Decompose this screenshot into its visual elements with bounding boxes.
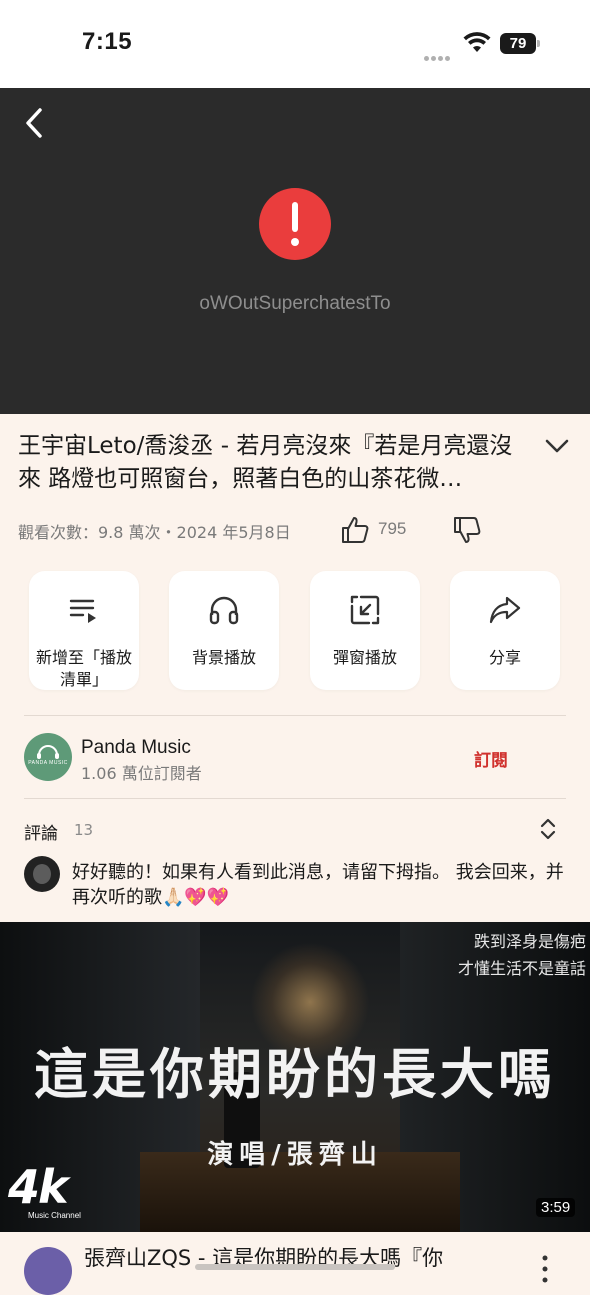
share-button[interactable]: 分享 [450,571,560,690]
expand-icon[interactable] [538,817,558,841]
comments-count: 13 [74,821,94,839]
divider [24,715,566,716]
thumbs-down-icon[interactable] [452,515,482,545]
picture-in-picture-button[interactable]: 彈窗播放 [310,571,420,690]
video-title[interactable]: 王宇宙Leto/喬浚丞 - 若月亮沒來『若是月亮還沒來 路燈也可照窗台，照著白色… [18,430,528,496]
thumbs-up-icon[interactable] [340,515,370,545]
video-player[interactable]: oWOutSuperchatestTo [0,88,590,414]
status-time: 7:15 [82,28,133,55]
thumbnail-singer: 演唱/張齊山 [207,1140,383,1170]
video-duration: 3:59 [536,1198,576,1217]
4k-logo-subtitle: Music Channel [28,1211,81,1220]
channel-name[interactable]: Panda Music [81,737,191,759]
thumbnail-quote-line-1: 跌到泽身是傷疤 [473,932,586,951]
share-label: 分享 [488,648,521,667]
commenter-avatar[interactable] [24,856,60,892]
like-count: 795 [378,519,407,538]
share-icon [489,596,521,624]
background-play-button[interactable]: 背景播放 [169,571,279,690]
error-icon [259,188,331,260]
channel-avatar[interactable]: PANDA MUSIC [24,733,72,781]
video-meta: 觀看次數：9.8 萬次・2024 年5月8日 [18,523,291,542]
battery-level: 79 [500,33,536,54]
panda-logo-icon [37,745,59,759]
subscribe-button[interactable]: 訂閱 [474,746,508,771]
home-indicator[interactable] [195,1264,395,1270]
subscriber-count: 1.06 萬位訂閱者 [81,764,202,783]
playlist-add-icon [69,599,96,623]
more-options-icon[interactable] [541,1254,549,1284]
error-message: oWOutSuperchatestTo [199,293,391,314]
battery-icon: 79 [500,33,540,54]
add-to-playlist-button[interactable]: 新增至「播放清單」 [29,571,139,690]
headphones-icon [209,596,239,625]
video-thumbnail[interactable]: 跌到泽身是傷疤 才懂生活不是童話 這是你期盼的長大嗎 演唱/張齊山 4k Mus… [0,922,590,1232]
channel-avatar-text: PANDA MUSIC [28,760,68,766]
add-to-playlist-label: 新增至「播放清單」 [35,648,132,689]
4k-logo: 4k [8,1160,69,1214]
wifi-icon [463,32,491,52]
top-comment[interactable]: 好好聽的！如果有人看到此消息，请留下拇指。 我会回来，并再次听的歌🙏🏻💖💖 [72,860,572,910]
signal-icon [424,46,454,61]
background-play-label: 背景播放 [191,648,256,667]
status-bar: 7:15 79 [0,0,590,88]
picture-in-picture-icon [350,595,380,625]
picture-in-picture-label: 彈窗播放 [332,648,397,667]
chevron-down-icon[interactable] [544,436,570,456]
comments-label[interactable]: 評論 [24,819,58,844]
thumbnail-quote: 跌到泽身是傷疤 才懂生活不是童話 [408,928,586,982]
thumbnail-title: 這是你期盼的長大嗎 [34,1042,556,1106]
thumbnail-quote-line-2: 才懂生活不是童話 [457,959,586,978]
next-channel-avatar[interactable] [24,1247,72,1295]
back-icon[interactable] [20,106,50,140]
divider [24,798,566,799]
